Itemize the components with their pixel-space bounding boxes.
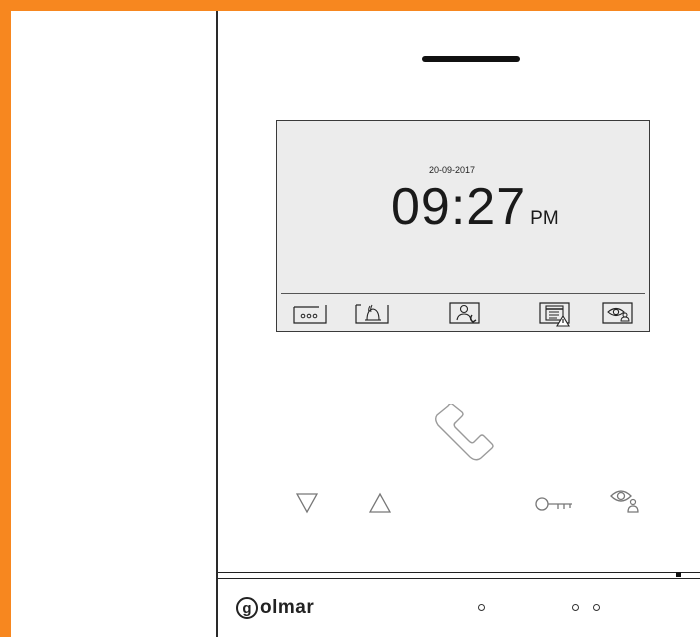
agenda-alarm-icon[interactable] [539,301,573,327]
status-led [478,604,485,611]
intercom-icon[interactable] [449,301,483,325]
eye-user-icon[interactable] [610,486,642,514]
logo-wordmark: olmar [260,597,315,618]
frame-top-border [0,0,700,11]
speaker-grille [422,56,520,62]
frame-left-border [0,0,11,637]
menu-icon[interactable] [293,301,327,325]
bottom-bezel-line [218,578,700,579]
golmar-logo: g olmar [236,595,314,621]
bottom-bezel-line [218,572,700,573]
ampm-text: PM [530,208,559,229]
bezel-notch [676,572,681,577]
key-icon[interactable] [534,496,574,512]
left-panel [11,11,216,637]
phone-icon[interactable] [434,404,496,464]
monitor-screen: 20-09-2017 09:27 PM [276,120,650,332]
ring-tone-icon[interactable] [355,301,389,325]
date-text: 20-09-2017 [429,165,476,175]
status-led [593,604,600,611]
status-led [572,604,579,611]
up-arrow-icon[interactable] [369,492,391,514]
screen-separator [281,293,645,294]
logo-mark: g [236,597,258,619]
monitor-icon[interactable] [602,301,636,325]
down-arrow-icon[interactable] [296,492,318,514]
clock: 09:27 PM [391,177,559,237]
time-text: 09:27 [391,178,527,236]
